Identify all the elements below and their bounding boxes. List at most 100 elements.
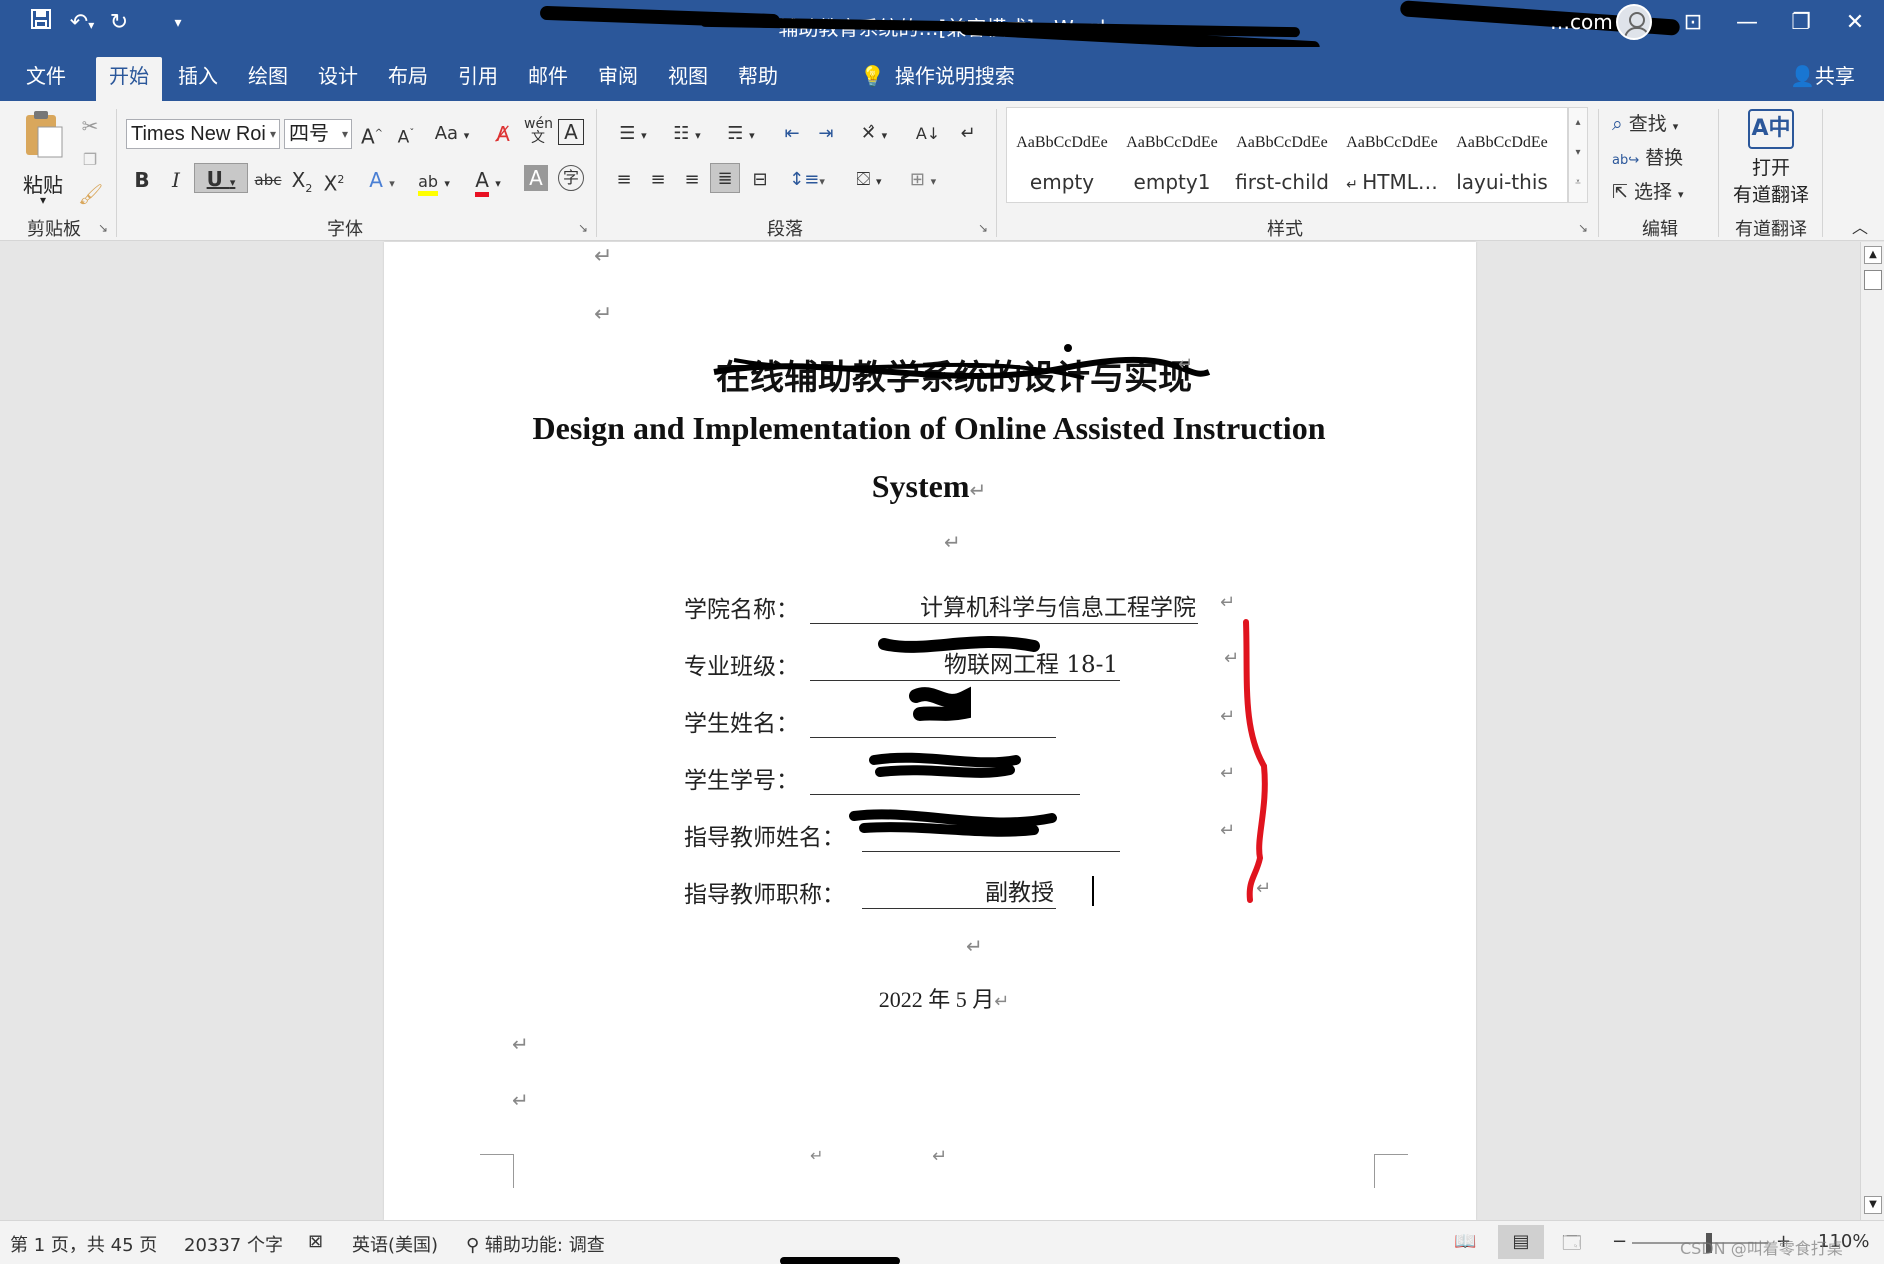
align-right-icon[interactable]: ≡ — [678, 165, 706, 195]
dialog-launcher-icon[interactable]: ↘ — [578, 221, 588, 235]
tab-help[interactable]: 帮助 — [730, 57, 786, 101]
tab-review[interactable]: 审阅 — [590, 57, 646, 101]
font-name-box[interactable]: Times New Roi ▾ — [126, 119, 280, 149]
cut-icon[interactable]: ✂ — [78, 111, 102, 141]
web-layout-icon[interactable]: 🗔 — [1562, 1231, 1582, 1261]
chevron-up-icon[interactable]: ▴ — [1569, 108, 1587, 138]
redaction-scribble — [849, 636, 1057, 837]
bullets-icon[interactable]: ☰ ▾ — [610, 119, 656, 149]
word-count[interactable]: 20337 个字 — [184, 1231, 283, 1257]
accessibility-status[interactable]: ⚲ 辅助功能: 调查 — [466, 1231, 605, 1257]
underline-button[interactable]: U ▾ — [194, 163, 248, 193]
line-spacing-icon[interactable]: ↕≡▾ — [784, 165, 830, 195]
chevron-down-icon[interactable]: ▾ — [1569, 138, 1587, 168]
scroll-thumb[interactable] — [1864, 270, 1882, 290]
style-item[interactable]: AaBbCcDdEe layui-this — [1447, 108, 1557, 202]
multilevel-list-icon[interactable]: ☴ ▾ — [718, 119, 764, 149]
bold-button[interactable]: B — [130, 165, 154, 195]
sort-icon[interactable]: A↓ — [914, 119, 942, 149]
dialog-launcher-icon[interactable]: ↘ — [98, 221, 108, 235]
strikethrough-button[interactable]: abc — [254, 165, 282, 195]
tab-layout[interactable]: 布局 — [380, 57, 436, 101]
vertical-scrollbar[interactable]: ▲ ▼ — [1860, 242, 1884, 1220]
chinese-layout-icon[interactable]: ✕̂ ▾ — [852, 119, 896, 149]
grow-font-icon[interactable]: A^ — [360, 119, 384, 149]
group-separator — [996, 109, 997, 237]
enclose-characters-icon[interactable]: 字 — [558, 165, 584, 191]
style-item[interactable]: AaBbCcDdEe first-child — [1227, 108, 1337, 202]
style-item[interactable]: AaBbCcDdEe empty — [1007, 108, 1117, 202]
tab-view[interactable]: 视图 — [660, 57, 716, 101]
tab-home[interactable]: 开始 — [96, 57, 162, 101]
redaction-scribble — [713, 344, 1211, 380]
field-value-college[interactable]: 计算机科学与信息工程学院 — [810, 588, 1198, 624]
styles-gallery-scroll[interactable]: ▴ ▾ ⩡ — [1568, 107, 1588, 203]
shading-icon[interactable]: ⛋ ▾ — [846, 165, 892, 195]
paragraph-mark: ↵ — [594, 302, 613, 327]
character-border-icon[interactable]: A — [558, 119, 584, 145]
scroll-up-icon[interactable]: ▲ — [1864, 246, 1882, 264]
text-effects-icon[interactable]: A ▾ — [362, 165, 402, 195]
phonetic-guide-icon[interactable]: wén 文 — [524, 117, 553, 147]
show-formatting-marks-icon[interactable]: ↵ — [954, 119, 982, 149]
share-button[interactable]: 👤共享 — [1790, 57, 1855, 97]
clipboard-group-label: 剪贴板 — [27, 219, 81, 240]
style-name: ↵ HTML… — [1337, 170, 1447, 194]
account-avatar[interactable] — [1616, 4, 1652, 40]
distributed-icon[interactable]: ⊟ — [746, 165, 774, 195]
dialog-launcher-icon[interactable]: ↘ — [978, 221, 988, 235]
close-button[interactable]: ✕ — [1832, 6, 1878, 40]
copy-icon[interactable]: ❐ — [78, 145, 102, 175]
minimize-button[interactable]: — — [1724, 6, 1770, 40]
tab-design[interactable]: 设计 — [310, 57, 366, 101]
style-item[interactable]: AaBbCcDdEe ↵ HTML… — [1337, 108, 1447, 202]
account-name[interactable]: …com — [1550, 10, 1613, 34]
font-color-icon[interactable]: A ▾ — [466, 165, 510, 197]
borders-icon[interactable]: ⊞ ▾ — [900, 165, 946, 195]
language-indicator[interactable]: 英语(美国) — [352, 1231, 438, 1257]
open-youdao-button[interactable]: A中 打开 有道翻译 — [1726, 109, 1816, 213]
proofing-icon[interactable]: ⊠ — [308, 1231, 323, 1252]
print-layout-icon[interactable]: ▤ — [1498, 1225, 1544, 1259]
decrease-indent-icon[interactable]: ⇤ — [778, 119, 806, 149]
shrink-font-icon[interactable]: Aˇ — [394, 119, 418, 149]
select-button[interactable]: ⇱ 选择 ▾ — [1612, 177, 1712, 207]
align-left-icon[interactable]: ≡ — [610, 165, 638, 195]
numbering-icon[interactable]: ☷ ▾ — [664, 119, 710, 149]
page-count[interactable]: 第 1 页，共 45 页 — [10, 1231, 157, 1257]
tab-mailings[interactable]: 邮件 — [520, 57, 576, 101]
ribbon-display-options-icon[interactable]: ⊡ — [1670, 6, 1716, 40]
paragraph-mark: ↵ — [932, 1146, 948, 1167]
tab-insert[interactable]: 插入 — [170, 57, 226, 101]
style-item[interactable]: AaBbCcDdEe empty1 — [1117, 108, 1227, 202]
find-button[interactable]: ⌕ 查找 ▾ — [1612, 109, 1712, 139]
zoom-out-icon[interactable]: − — [1612, 1231, 1627, 1252]
scroll-down-icon[interactable]: ▼ — [1864, 1196, 1882, 1214]
collapse-ribbon-icon[interactable]: ︿ — [1848, 213, 1872, 243]
increase-indent-icon[interactable]: ⇥ — [812, 119, 840, 149]
restore-button[interactable]: ❐ — [1778, 6, 1824, 40]
change-case-icon[interactable]: Aa ▾ — [430, 119, 474, 149]
italic-button[interactable]: I — [164, 165, 188, 195]
paste-button[interactable]: 粘贴 ▾ — [18, 109, 68, 209]
format-painter-icon[interactable]: 🖌 — [78, 179, 103, 209]
font-group-label: 字体 — [327, 219, 363, 240]
highlight-color-icon[interactable]: ab ▾ — [410, 165, 458, 196]
group-separator — [1598, 109, 1599, 237]
tab-file[interactable]: 文件 — [18, 57, 74, 101]
superscript-button[interactable]: X2 — [322, 165, 346, 196]
tell-me-search[interactable]: 💡 操作说明搜索 — [860, 57, 1015, 97]
read-mode-icon[interactable]: 📖 — [1454, 1231, 1476, 1252]
tab-draw[interactable]: 绘图 — [240, 57, 296, 101]
character-shading-icon[interactable]: A — [524, 165, 548, 191]
expand-gallery-icon[interactable]: ⩡ — [1569, 168, 1587, 198]
replace-button[interactable]: ab↪ 替换 — [1612, 143, 1712, 173]
align-center-icon[interactable]: ≡ — [644, 165, 672, 195]
tab-references[interactable]: 引用 — [450, 57, 506, 101]
clear-formatting-icon[interactable]: A̸ — [490, 119, 516, 149]
document-page[interactable]: ↵ ↵ 在线辅助教学系统的设计与实现 ↵ Design and Implemen… — [384, 242, 1476, 1220]
justify-icon[interactable]: ≣ — [710, 163, 740, 193]
subscript-button[interactable]: X2 — [290, 165, 314, 195]
dialog-launcher-icon[interactable]: ↘ — [1578, 221, 1588, 235]
font-size-box[interactable]: 四号 ▾ — [284, 119, 352, 149]
